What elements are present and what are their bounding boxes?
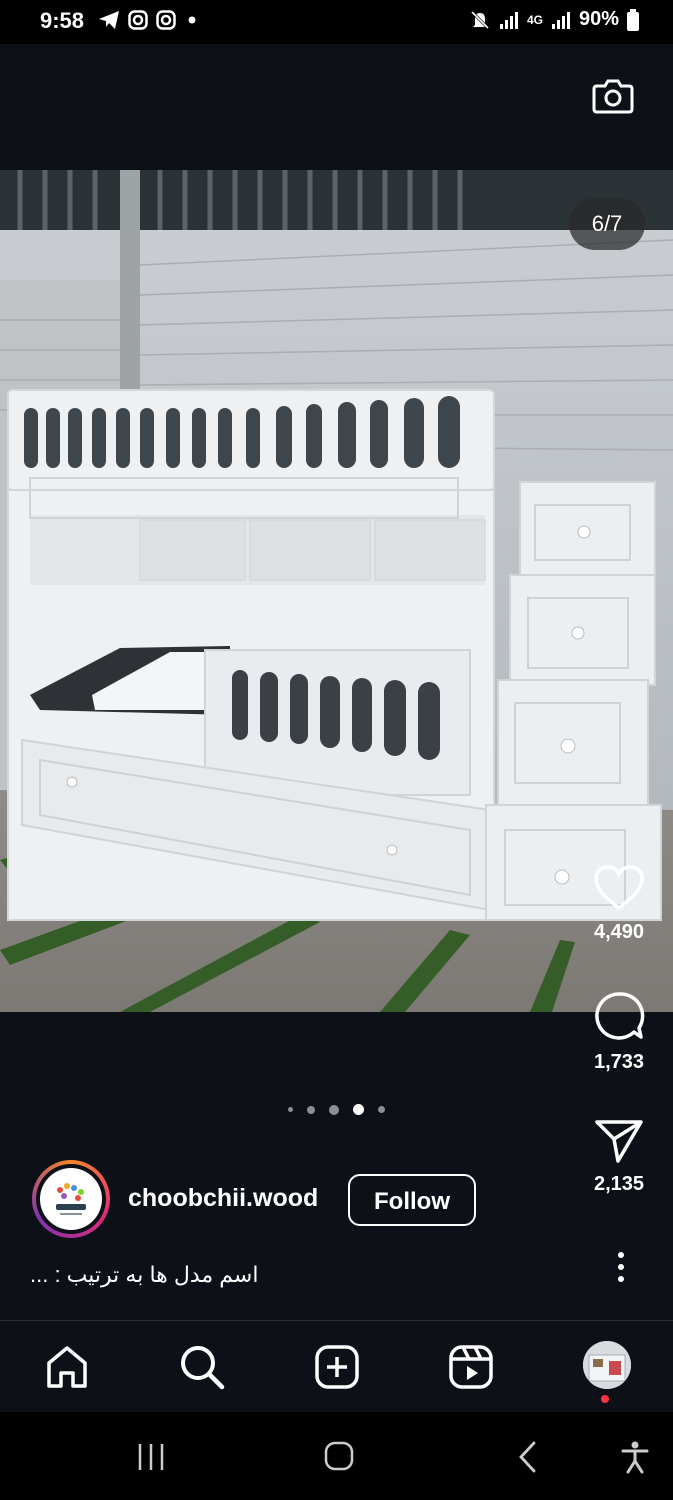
recent-apps-icon[interactable]: [136, 1442, 166, 1472]
profile-avatar[interactable]: [583, 1341, 631, 1389]
avatar[interactable]: [32, 1160, 110, 1238]
notification-dot-icon: [188, 16, 196, 24]
status-left-icons: [98, 10, 200, 30]
camera-icon[interactable]: [591, 76, 635, 116]
back-icon[interactable]: [516, 1440, 540, 1474]
search-icon[interactable]: [178, 1343, 226, 1391]
status-time: 9:58: [40, 8, 85, 33]
username[interactable]: choobchii.wood: [128, 1184, 318, 1213]
signal-icon: [551, 11, 570, 29]
home-icon[interactable]: [43, 1343, 91, 1391]
notification-dot: [601, 1395, 609, 1403]
post-caption[interactable]: اسم مدل ها به ترتیب : ...: [30, 1262, 258, 1288]
carousel-dot: [288, 1107, 293, 1112]
carousel-dot: [329, 1104, 339, 1115]
brand-logo: [40, 1168, 102, 1230]
bunk-bed-photo: [0, 170, 673, 1012]
system-nav-bar: [0, 1412, 673, 1500]
follow-button[interactable]: Follow: [348, 1174, 476, 1226]
carousel-dots: [0, 1104, 673, 1115]
status-bar: 9:58 4G 90%: [0, 0, 673, 44]
carousel-counter: 6/7: [569, 198, 645, 250]
accessibility-icon[interactable]: [620, 1440, 650, 1474]
send-icon[interactable]: [594, 1118, 644, 1164]
heart-icon[interactable]: [593, 864, 645, 912]
signal-icon: [499, 11, 518, 29]
instagram-icon: [128, 10, 148, 30]
comment-count: 1,733: [593, 1051, 645, 1073]
battery-icon: [627, 8, 639, 31]
battery-percent: 90%: [578, 8, 619, 30]
network-type: 4G: [526, 12, 543, 27]
comment-action[interactable]: 1,733: [583, 990, 655, 1074]
home-button-icon[interactable]: [323, 1440, 355, 1472]
more-vertical-icon[interactable]: [615, 1250, 627, 1284]
share-count: 2,135: [593, 1173, 645, 1195]
carousel-dot: [378, 1106, 385, 1113]
carousel-dot: [307, 1105, 315, 1114]
mute-icon: [470, 10, 490, 29]
reels-icon[interactable]: [447, 1343, 495, 1391]
carousel-dot-active: [353, 1104, 364, 1115]
create-post-icon[interactable]: [313, 1343, 361, 1391]
comment-icon[interactable]: [593, 990, 645, 1042]
share-action[interactable]: 2,135: [583, 1118, 655, 1196]
bottom-nav: [0, 1320, 673, 1413]
telegram-icon: [99, 11, 119, 29]
post-image[interactable]: [0, 170, 673, 1012]
status-right-icons: 4G 90%: [469, 8, 639, 31]
like-action[interactable]: 4,490: [583, 864, 655, 944]
instagram-icon: [156, 10, 176, 30]
like-count: 4,490: [593, 921, 645, 943]
